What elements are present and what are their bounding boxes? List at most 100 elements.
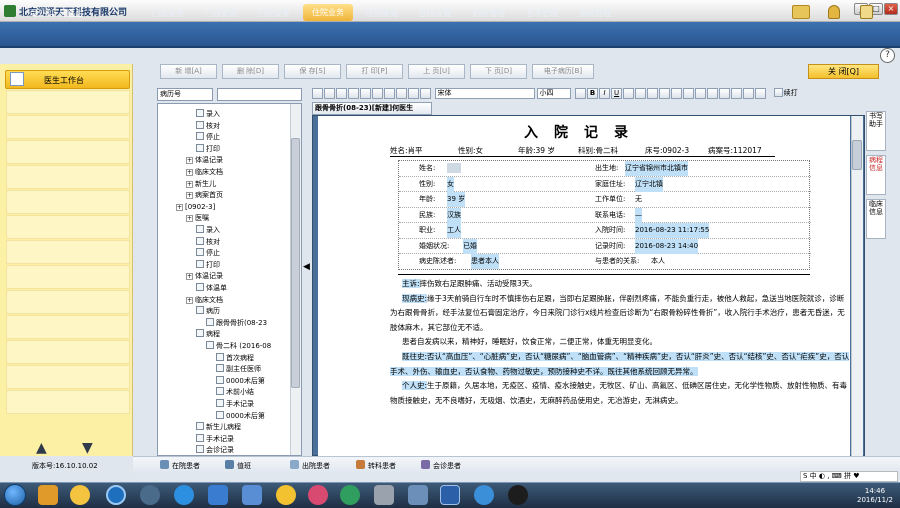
calculator-icon[interactable] — [860, 5, 873, 19]
info-value[interactable]: 已婚 — [463, 238, 477, 254]
patient-id-select[interactable]: 病历号 — [157, 88, 213, 101]
insert-icon[interactable] — [731, 88, 743, 99]
tree-node[interactable]: + 体温记录 — [186, 270, 223, 282]
tree-node[interactable]: 0000术后第 — [216, 375, 265, 387]
close-window-button[interactable]: × — [884, 3, 898, 15]
save-doc-icon[interactable] — [312, 88, 323, 99]
penguin-icon[interactable] — [276, 485, 296, 505]
tree-node[interactable]: 跟骨骨折(08-23 — [206, 317, 267, 329]
continue-print-checkbox[interactable] — [773, 88, 783, 97]
k-app-icon[interactable] — [106, 485, 126, 505]
scroll-down-arrow-icon[interactable]: ▼ — [82, 440, 93, 456]
eraser-icon[interactable] — [755, 88, 767, 99]
collapse-panel-arrow-icon[interactable]: ◀ — [303, 262, 310, 272]
start-button-icon[interactable] — [4, 484, 26, 506]
align-center-icon[interactable] — [659, 88, 671, 99]
info-value[interactable]: 汉族 — [447, 207, 461, 223]
tree-node[interactable]: 首次病程 — [216, 352, 254, 364]
tree-node[interactable]: 病程 — [196, 328, 220, 340]
close-button[interactable]: 关 闭[Q] — [808, 64, 879, 79]
document-page[interactable]: 入院记录 姓名:肖平 性别:女 年龄:39 岁 科别:骨二科 床号:0902-3… — [318, 116, 850, 456]
tree-scroll-thumb[interactable] — [291, 138, 300, 388]
info-value[interactable]: — — [635, 207, 642, 223]
tree-node[interactable]: 手术记录 — [216, 398, 254, 410]
expand-icon[interactable]: + — [186, 215, 193, 223]
next-page-button[interactable]: 下 页[D] — [470, 64, 527, 79]
expand-icon[interactable]: + — [186, 169, 193, 176]
teamviewer-icon[interactable] — [474, 485, 494, 505]
expand-icon[interactable]: + — [186, 180, 193, 188]
tree-node[interactable]: 新生儿病程 — [196, 421, 241, 433]
lock-icon[interactable] — [828, 5, 840, 19]
info-value[interactable]: 辽宁北镇 — [635, 176, 663, 192]
underline-button[interactable]: U — [611, 88, 623, 99]
nav-system[interactable]: 系统管理 — [579, 8, 611, 19]
indent-icon[interactable] — [707, 88, 719, 99]
info-value[interactable]: 39 岁 — [447, 192, 466, 207]
expand-icon[interactable]: + — [186, 192, 193, 200]
superscript-icon[interactable] — [623, 88, 635, 99]
expand-icon[interactable]: + — [186, 157, 193, 165]
nav-inpatient-query[interactable]: 住院查询 — [366, 8, 398, 19]
tree-node[interactable]: 录入 — [196, 108, 220, 120]
copy-icon[interactable] — [372, 88, 383, 99]
on-duty-tab[interactable]: 值班 — [225, 460, 251, 471]
open-icon[interactable] — [324, 88, 335, 99]
info-value[interactable]: 2016-08-23 14:40 — [635, 238, 699, 254]
tree-node[interactable]: 副主任医师 — [216, 363, 261, 375]
tree-node[interactable]: + 病案首页 — [186, 189, 223, 201]
nav-outpatient-settings[interactable]: 门诊设置 — [258, 8, 290, 19]
undo-icon[interactable] — [396, 88, 407, 99]
music-icon[interactable] — [308, 485, 328, 505]
paste-icon[interactable] — [384, 88, 395, 99]
tree-node[interactable]: 手术记录 — [196, 433, 234, 445]
record-body[interactable]: 主诉:摔伤致右足跟肿痛、活动受限3天。 现病史:缘于3天前骑自行车时不慎摔伤右足… — [390, 277, 850, 408]
nav-outpatient-business[interactable]: 门诊业务 — [152, 8, 184, 19]
emr-button[interactable]: 电子病历[B] — [532, 64, 594, 79]
new-button[interactable]: 新 增[A] — [160, 64, 217, 79]
tree-node[interactable]: + 医嘱 — [186, 212, 209, 224]
shield-icon[interactable] — [208, 485, 228, 505]
transfer-tab[interactable]: 转科患者 — [356, 460, 396, 471]
help-icon[interactable]: ? — [880, 48, 895, 63]
list-icon[interactable] — [695, 88, 707, 99]
info-value[interactable]: 女 — [447, 176, 454, 192]
inpatient-tab[interactable]: 在院患者 — [160, 460, 200, 471]
tree-node[interactable]: 核对 — [196, 236, 220, 248]
tree-node[interactable]: 打印 — [196, 143, 220, 155]
redo-icon[interactable] — [408, 88, 419, 99]
nav-surgery[interactable]: 手术管理 — [526, 8, 558, 19]
print-icon[interactable] — [348, 88, 359, 99]
tree-node[interactable]: 病历 — [196, 305, 220, 317]
tree-node[interactable]: 0000术后第 — [216, 410, 265, 422]
tree-node[interactable]: 会诊记录 — [196, 444, 234, 455]
italic-button[interactable]: I — [599, 88, 611, 99]
image-icon[interactable] — [743, 88, 755, 99]
delete-button[interactable]: 删 除[D] — [222, 64, 279, 79]
browser-icon[interactable] — [140, 485, 160, 505]
bird-icon[interactable] — [242, 485, 262, 505]
nav-inpatient-settings[interactable]: 住院设置 — [419, 8, 451, 19]
tree-node[interactable]: + 新生儿 — [186, 178, 216, 190]
tools-icon[interactable] — [374, 485, 394, 505]
outdent-icon[interactable] — [719, 88, 731, 99]
side-tab-writing-assistant[interactable]: 书写助手 — [866, 111, 886, 151]
chrome-icon[interactable] — [340, 485, 360, 505]
info-value[interactable]: 2016-08-23 11:17:55 — [635, 223, 710, 238]
tree-node[interactable]: + 体温记录 — [186, 154, 223, 166]
side-tab-clinical-info[interactable]: 临床信息 — [866, 199, 886, 239]
prev-page-button[interactable]: 上 页[U] — [408, 64, 465, 79]
info-value[interactable]: 无 — [635, 192, 642, 207]
cut-icon[interactable] — [360, 88, 371, 99]
expand-icon[interactable]: + — [186, 296, 193, 304]
tree-node[interactable]: 打印 — [196, 259, 220, 271]
consultation-tab[interactable]: 会诊患者 — [421, 460, 461, 471]
preview-icon[interactable] — [336, 88, 347, 99]
tree-node[interactable]: + 临床文档 — [186, 166, 223, 178]
info-value[interactable]: 工人 — [447, 223, 461, 238]
app-icon[interactable] — [38, 485, 58, 505]
align-left-icon[interactable] — [647, 88, 659, 99]
word-icon[interactable] — [440, 485, 460, 505]
nav-pharmacy[interactable]: 药房管理 — [473, 8, 505, 19]
save-button[interactable]: 保 存[S] — [284, 64, 341, 79]
